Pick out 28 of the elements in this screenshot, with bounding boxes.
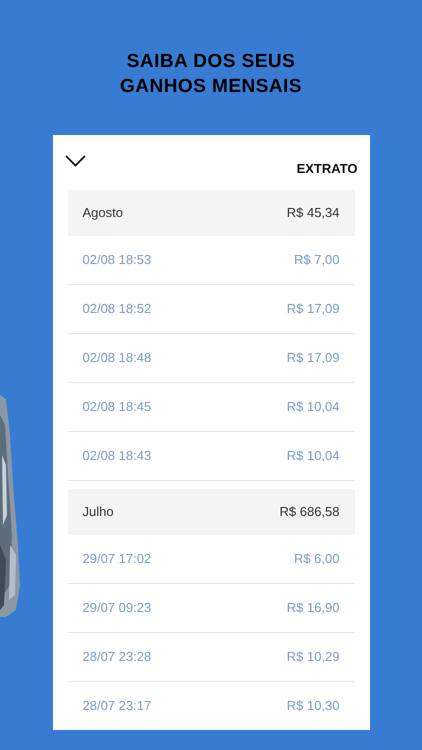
entry-date: 29/07 17:02 [82, 550, 152, 568]
month-label: Julho [82, 503, 114, 522]
heading-line: SAIBA DOS SEUS [126, 50, 296, 74]
month-label: Agosto [82, 204, 123, 222]
entry-date: 28/07 23:28 [82, 648, 152, 666]
month-total: R$ 45,34 [286, 204, 340, 222]
entry-amount: R$ 6,00 [294, 550, 340, 568]
card-title: EXTRATO [296, 160, 358, 178]
entry-amount: R$ 10,29 [286, 648, 340, 666]
entry-date: 29/07 09:23 [82, 599, 152, 618]
entry-amount: R$ 7,00 [294, 251, 340, 270]
entry-amount: R$ 10,04 [286, 447, 340, 466]
entry-amount: R$ 17,09 [286, 349, 340, 368]
entry-amount: R$ 17,09 [286, 300, 340, 318]
entry-amount: R$ 10,04 [286, 398, 340, 416]
entry-date: 02/08 18:53 [82, 251, 152, 270]
entry-date: 28/07 23:17 [82, 697, 152, 716]
entry-amount: R$ 16,90 [286, 599, 340, 618]
entry-date: 02/08 18:48 [82, 349, 152, 368]
entry-date: 02/08 18:45 [82, 398, 152, 416]
heading-line: GANHOS MENSAIS [120, 75, 302, 99]
month-header[interactable]: Julho R$ 686,58 [68, 489, 354, 535]
month-total: R$ 686,58 [280, 503, 340, 522]
entry-amount: R$ 10,30 [286, 697, 340, 716]
chevron-down-icon[interactable] [64, 155, 86, 167]
month-header[interactable]: Agosto R$ 45,34 [68, 190, 354, 236]
entry-date: 02/08 18:43 [82, 447, 152, 466]
entry-date: 02/08 18:52 [82, 300, 152, 318]
